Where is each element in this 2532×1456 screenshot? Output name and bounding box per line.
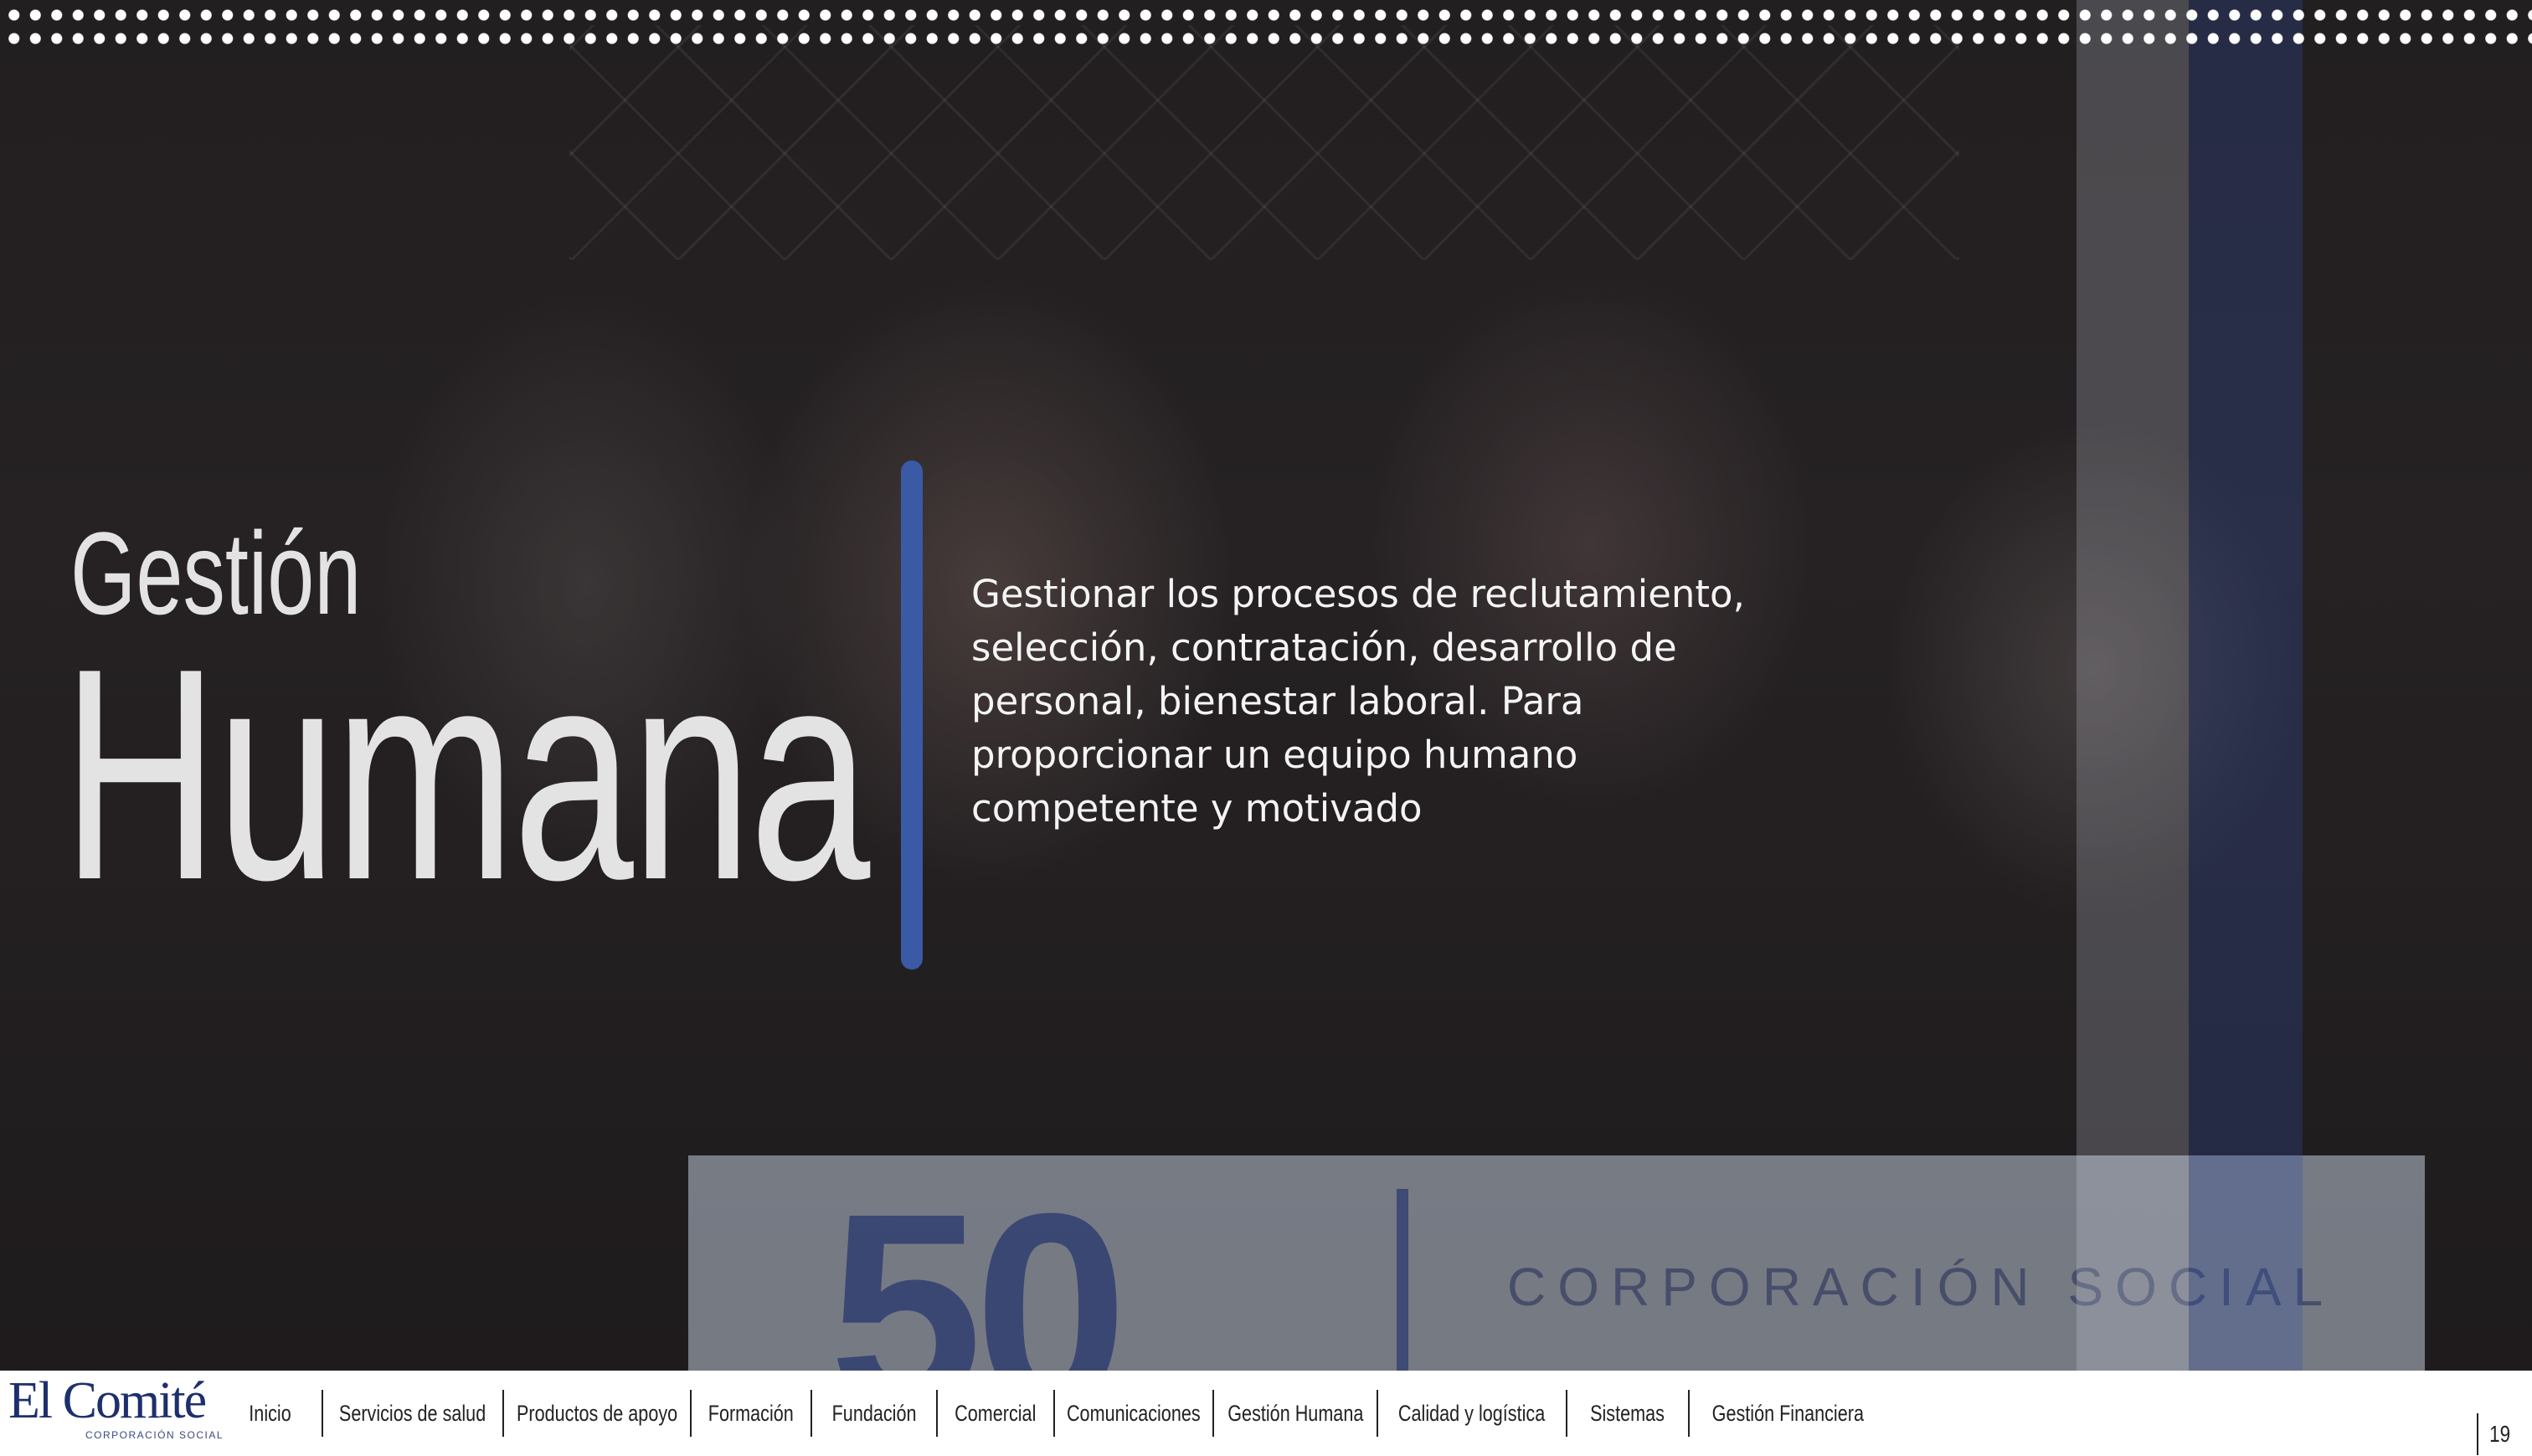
page-number: 19 (2477, 1413, 2513, 1455)
footer-nav: Inicio Servicios de salud Productos de a… (219, 1390, 1886, 1437)
decorative-stripe-light (2077, 0, 2189, 1371)
nav-item-gestion-humana[interactable]: Gestión Humana (1212, 1390, 1377, 1437)
banner-divider (1397, 1189, 1408, 1371)
nav-item-sistemas[interactable]: Sistemas (1566, 1390, 1688, 1437)
nav-item-productos-de-apoyo[interactable]: Productos de apoyo (502, 1390, 690, 1437)
nav-item-servicios-de-salud[interactable]: Servicios de salud (322, 1390, 502, 1437)
title-line-2: Humana (62, 606, 870, 943)
decorative-stripe-blue (2189, 0, 2303, 1371)
nav-item-comunicaciones[interactable]: Comunicaciones (1053, 1390, 1212, 1437)
nav-item-calidad-y-logistica[interactable]: Calidad y logística (1377, 1390, 1566, 1437)
logo-subtitle: CORPORACIÓN SOCIAL (85, 1429, 224, 1441)
nav-item-formacion[interactable]: Formación (690, 1390, 811, 1437)
window-ironwork (569, 25, 1959, 260)
dotted-border (0, 0, 2532, 54)
slide-description: Gestionar los procesos de reclutamiento,… (971, 572, 1745, 831)
nav-item-inicio[interactable]: Inicio (219, 1390, 322, 1437)
nav-item-comercial[interactable]: Comercial (936, 1390, 1053, 1437)
brand-logo[interactable]: El Comité CORPORACIÓN SOCIAL (8, 1372, 223, 1442)
nav-item-gestion-financiera[interactable]: Gestión Financiera (1688, 1390, 1886, 1437)
nav-item-fundacion[interactable]: Fundación (811, 1390, 936, 1437)
logo-wordmark: El Comité (8, 1372, 207, 1429)
banner-number: 50 (829, 1155, 1128, 1371)
accent-bar (901, 460, 923, 970)
